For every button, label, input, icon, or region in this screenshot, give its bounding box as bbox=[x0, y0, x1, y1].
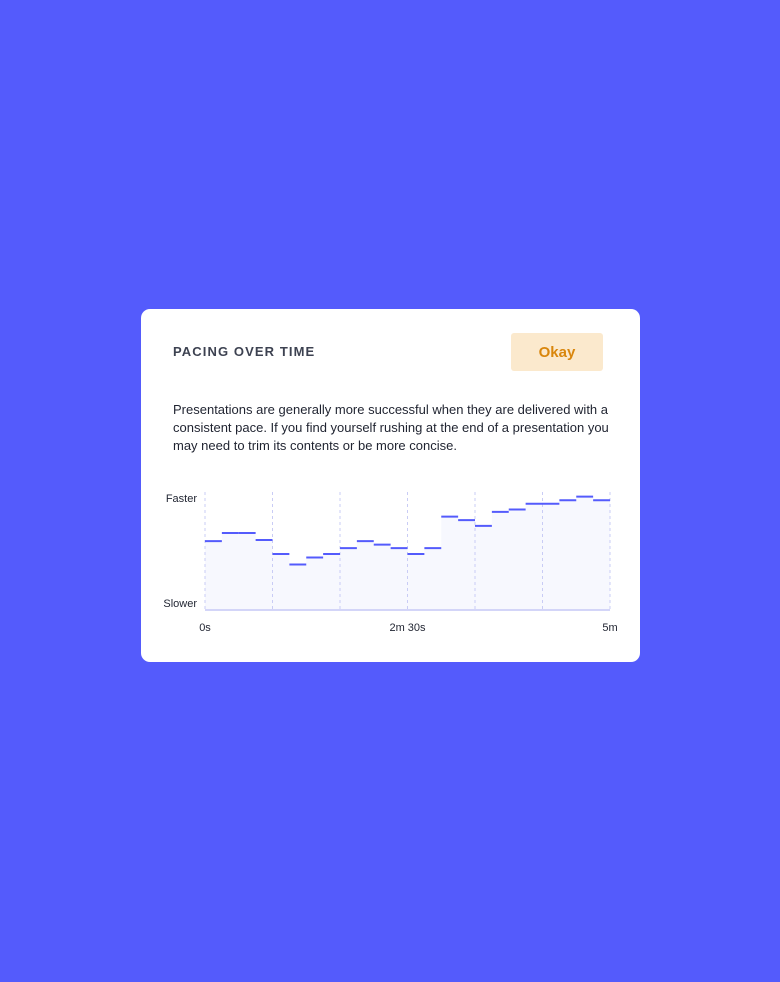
y-axis-label-slower: Slower bbox=[163, 598, 197, 610]
y-axis-label-faster: Faster bbox=[166, 493, 198, 505]
x-tick-label-2: 5m bbox=[602, 622, 617, 634]
pacing-card: PACING OVER TIME Okay Presentations are … bbox=[141, 309, 640, 662]
pacing-chart: Faster Slower 0s 2m 30s 5m bbox=[163, 492, 618, 634]
chart-x-tick-labels: 0s 2m 30s 5m bbox=[199, 622, 617, 634]
x-tick-label-1: 2m 30s bbox=[389, 622, 426, 634]
x-tick-label-0: 0s bbox=[199, 622, 211, 634]
